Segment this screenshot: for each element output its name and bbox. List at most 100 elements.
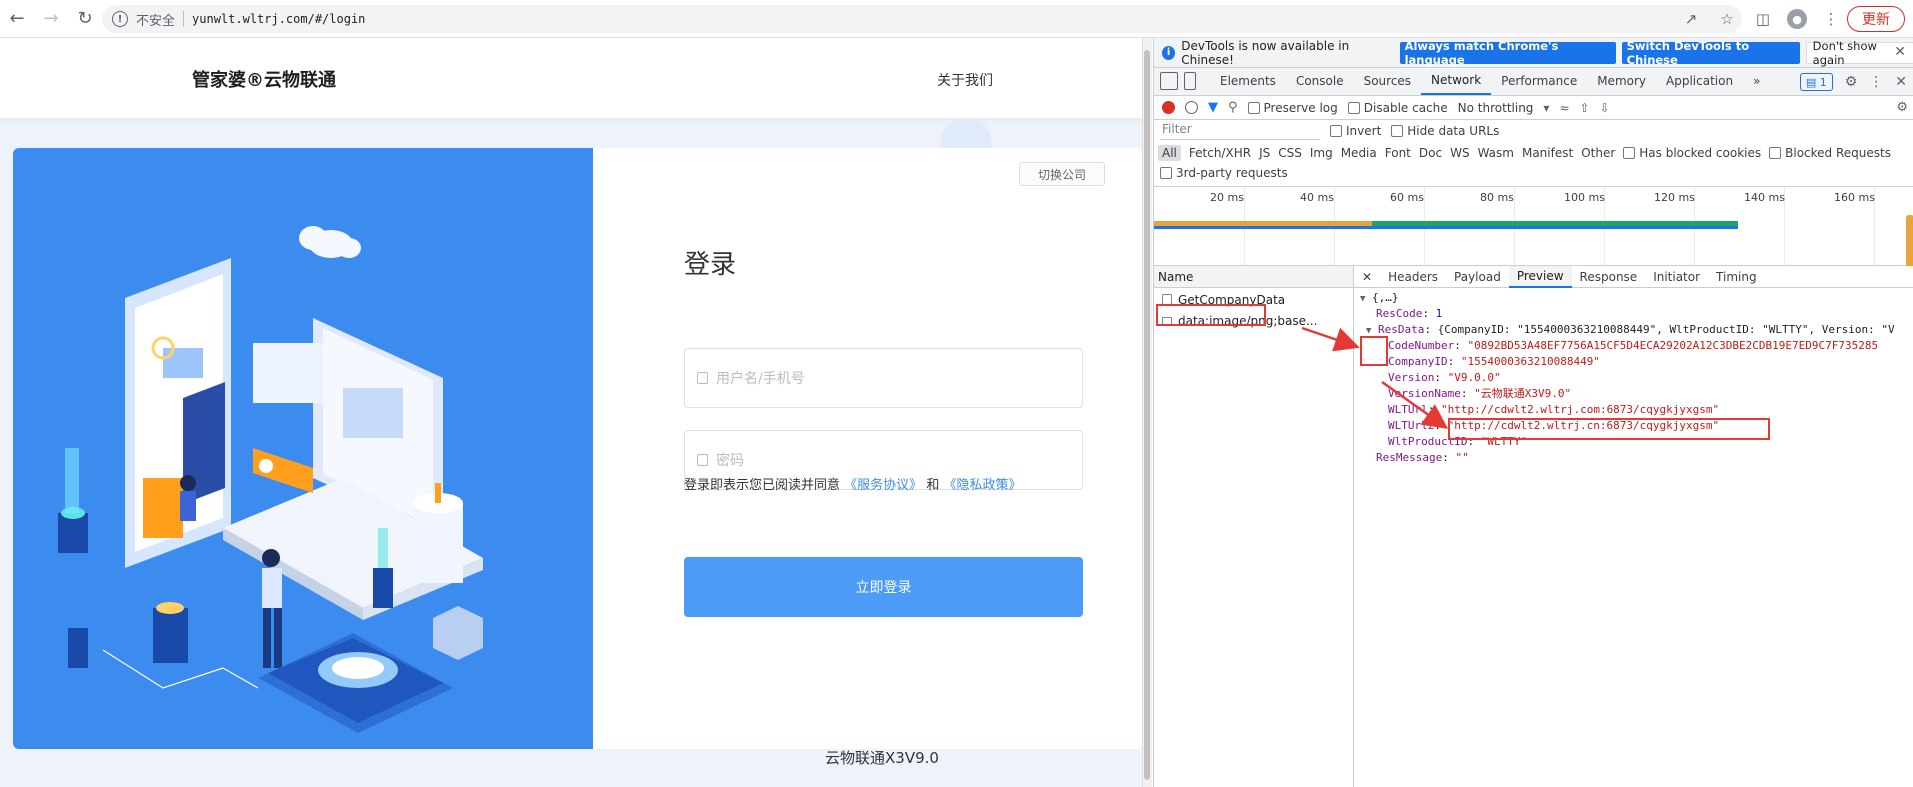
export-har-icon[interactable]: ⇩ xyxy=(1600,101,1610,115)
filter-input[interactable]: Filter xyxy=(1160,122,1320,140)
json-value: "http://cdwlt2.wltrj.com:6873/cqygkjyxgs… xyxy=(1441,403,1720,416)
filter-icon[interactable]: ▼ xyxy=(1208,100,1218,115)
json-summary: {CompanyID: "1554000363210088449", WltPr… xyxy=(1437,323,1895,336)
site-header: 管家婆®云物联通 关于我们 xyxy=(0,38,1142,118)
has-blocked-cookies-checkbox[interactable]: Has blocked cookies xyxy=(1623,146,1761,160)
checkbox-box[interactable] xyxy=(1247,101,1260,114)
about-link[interactable]: 关于我们 xyxy=(937,70,993,90)
preserve-log-checkbox[interactable]: Preserve log xyxy=(1247,101,1338,115)
tab-timing[interactable]: Timing xyxy=(1708,266,1765,288)
json-key: CodeNumber xyxy=(1388,339,1455,352)
name-column-header[interactable]: Name xyxy=(1154,266,1353,288)
type-filter-js[interactable]: JS xyxy=(1259,146,1270,160)
checkbox-box[interactable] xyxy=(1623,147,1636,159)
checkbox-box[interactable] xyxy=(1330,125,1342,137)
type-filter-wasm[interactable]: Wasm xyxy=(1478,146,1514,160)
type-filter-manifest[interactable]: Manifest xyxy=(1522,146,1573,160)
address-bar[interactable]: ! 不安全 yunwlt.wltrj.com/#/login xyxy=(102,5,1742,33)
network-timeline[interactable]: 20 ms 40 ms 60 ms 80 ms 100 ms 120 ms 14… xyxy=(1154,186,1913,271)
type-filter-font[interactable]: Font xyxy=(1385,146,1411,160)
disable-cache-checkbox[interactable]: Disable cache xyxy=(1347,101,1448,115)
type-filter-img[interactable]: Img xyxy=(1310,146,1333,160)
third-party-label: 3rd-party requests xyxy=(1176,166,1288,180)
type-filter-all[interactable]: All xyxy=(1158,145,1181,161)
network-toolbar: ▼ ⚲ Preserve log Disable cache No thrott… xyxy=(1154,96,1913,120)
login-button[interactable]: 立即登录 xyxy=(684,557,1083,617)
checkbox-box[interactable] xyxy=(1160,167,1172,179)
expand-triangle-icon[interactable]: ▼ xyxy=(1360,294,1365,304)
url-text[interactable]: yunwlt.wltrj.com/#/login xyxy=(192,12,365,26)
tab-network[interactable]: Network xyxy=(1421,67,1492,95)
tab-memory[interactable]: Memory xyxy=(1587,67,1656,95)
type-filter-other[interactable]: Other xyxy=(1581,146,1615,160)
hide-data-urls-checkbox[interactable]: Hide data URLs xyxy=(1391,124,1499,138)
service-agreement-link[interactable]: 《服务协议》 xyxy=(844,478,922,493)
warning-icon[interactable]: ! xyxy=(112,11,128,27)
switch-company-button[interactable]: 切换公司 xyxy=(1019,162,1106,186)
checkbox-box[interactable] xyxy=(1347,101,1360,114)
insecure-label[interactable]: 不安全 xyxy=(136,10,175,29)
network-conditions-icon[interactable]: ≈ xyxy=(1559,101,1569,115)
forward-icon[interactable]: → xyxy=(34,2,68,36)
tab-elements[interactable]: Elements xyxy=(1210,67,1286,95)
close-devtools-icon[interactable]: ✕ xyxy=(1895,74,1907,90)
tab-application[interactable]: Application xyxy=(1656,67,1743,95)
checkbox-box[interactable] xyxy=(1391,125,1404,137)
throttling-select[interactable]: No throttling xyxy=(1458,101,1534,115)
issues-badge[interactable]: ▤ 1 xyxy=(1799,73,1833,91)
back-icon[interactable]: ← xyxy=(0,2,34,36)
site-logo[interactable]: 管家婆®云物联通 xyxy=(192,66,336,92)
side-panel-icon[interactable]: ◫ xyxy=(1751,7,1775,31)
request-details: ✕ Headers Payload Preview Response Initi… xyxy=(1354,265,1913,787)
timeline-scroll-thumb[interactable] xyxy=(1906,215,1913,271)
username-input[interactable]: 用户名/手机号 xyxy=(684,348,1083,408)
privacy-policy-link[interactable]: 《隐私政策》 xyxy=(943,478,1021,493)
search-icon[interactable]: ⚲ xyxy=(1228,100,1238,115)
type-filter-ws[interactable]: WS xyxy=(1450,146,1469,160)
expand-triangle-icon[interactable]: ▼ xyxy=(1366,326,1371,336)
clear-icon[interactable] xyxy=(1185,101,1198,114)
menu-icon[interactable]: ⋮ xyxy=(1819,7,1843,31)
close-banner-icon[interactable]: ✕ xyxy=(1894,44,1906,60)
dropdown-arrow-icon[interactable]: ▾ xyxy=(1543,101,1549,115)
close-details-icon[interactable]: ✕ xyxy=(1354,266,1380,288)
invert-checkbox[interactable]: Invert xyxy=(1330,124,1381,138)
tab-sources[interactable]: Sources xyxy=(1354,67,1421,95)
type-filter-fetch[interactable]: Fetch/XHR xyxy=(1189,146,1251,160)
json-root[interactable]: ▼ {,…} xyxy=(1360,290,1399,307)
inspect-icon[interactable] xyxy=(1160,72,1178,90)
type-filter-media[interactable]: Media xyxy=(1341,146,1377,160)
more-tabs-icon[interactable]: » xyxy=(1743,67,1770,95)
kebab-menu-icon[interactable]: ⋮ xyxy=(1869,74,1883,90)
avatar[interactable]: ● xyxy=(1787,9,1807,29)
tab-response[interactable]: Response xyxy=(1572,266,1646,288)
import-har-icon[interactable]: ⇧ xyxy=(1580,101,1590,115)
type-filter-doc[interactable]: Doc xyxy=(1419,146,1442,160)
tab-console[interactable]: Console xyxy=(1286,67,1354,95)
tab-headers[interactable]: Headers xyxy=(1380,266,1446,288)
star-icon[interactable]: ☆ xyxy=(1715,7,1739,31)
json-version: Version: "V9.0.0" xyxy=(1388,371,1501,384)
tick-label: 40 ms xyxy=(1300,191,1334,204)
json-resdata[interactable]: ▼ ResData: {CompanyID: "1554000363210088… xyxy=(1366,322,1895,339)
match-language-button[interactable]: Always match Chrome's language xyxy=(1399,39,1616,67)
blocked-requests-checkbox[interactable]: Blocked Requests xyxy=(1769,146,1891,160)
record-icon[interactable] xyxy=(1162,101,1175,114)
third-party-checkbox[interactable]: 3rd-party requests xyxy=(1160,166,1288,180)
timeline-bar-dom xyxy=(1154,226,1738,229)
tab-initiator[interactable]: Initiator xyxy=(1645,266,1708,288)
switch-language-button[interactable]: Switch DevTools to Chinese xyxy=(1621,39,1800,67)
tab-preview[interactable]: Preview xyxy=(1508,265,1572,288)
tab-performance[interactable]: Performance xyxy=(1491,67,1587,95)
checkbox-box[interactable] xyxy=(1769,147,1782,159)
share-icon[interactable]: ↗ xyxy=(1679,7,1703,31)
update-button[interactable]: 更新 xyxy=(1847,6,1905,32)
network-settings-icon[interactable]: ⚙ xyxy=(1896,100,1908,115)
type-filter-css[interactable]: CSS xyxy=(1278,146,1302,160)
tab-payload[interactable]: Payload xyxy=(1446,266,1509,288)
settings-gear-icon[interactable]: ⚙ xyxy=(1845,74,1858,90)
device-toggle-icon[interactable] xyxy=(1184,72,1196,90)
reload-icon[interactable]: ↻ xyxy=(68,2,102,36)
json-key: ResCode xyxy=(1376,307,1423,320)
page-scrollbar-thumb[interactable] xyxy=(1144,50,1150,780)
